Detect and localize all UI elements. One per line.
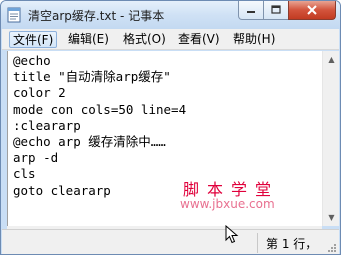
minimize-icon xyxy=(247,11,255,13)
vertical-scrollbar[interactable]: ▲ ▼ xyxy=(322,51,339,226)
menu-edit[interactable]: 编辑(E) xyxy=(65,31,112,48)
maximize-button[interactable] xyxy=(263,1,289,20)
menu-help[interactable]: 帮助(H) xyxy=(230,31,278,48)
scroll-down-icon[interactable]: ▼ xyxy=(323,209,340,226)
status-divider xyxy=(257,233,258,253)
menu-file[interactable]: 文件(F) xyxy=(9,31,58,48)
text-editor[interactable]: @echo title "自动清除arp缓存" color 2 mode con… xyxy=(7,51,322,226)
title-bar[interactable]: 清空arp缓存.txt - 记事本 xyxy=(1,1,340,29)
cursor-position: 第 1 行， xyxy=(266,237,318,251)
close-button[interactable] xyxy=(288,1,336,20)
editor-content[interactable]: @echo title "自动清除arp缓存" color 2 mode con… xyxy=(13,53,186,199)
status-bar: 第 1 行， xyxy=(2,229,339,254)
menu-bar: 文件(F) 编辑(E) 格式(O) 查看(V) 帮助(H) xyxy=(2,29,339,50)
watermark-url: www.jbxue.com xyxy=(180,197,275,211)
close-icon xyxy=(307,5,317,15)
maximize-icon xyxy=(271,5,281,14)
window-title: 清空arp缓存.txt - 记事本 xyxy=(28,9,165,23)
mouse-pointer-icon xyxy=(225,225,239,244)
notepad-window: 清空arp缓存.txt - 记事本 文件(F) 编辑(E) 格式(O) 查看(V… xyxy=(0,0,341,255)
resize-grip-icon[interactable] xyxy=(327,243,337,253)
menu-format[interactable]: 格式(O) xyxy=(120,31,169,48)
minimize-button[interactable] xyxy=(238,1,264,20)
scroll-up-icon[interactable]: ▲ xyxy=(323,51,340,68)
notepad-icon xyxy=(7,7,21,23)
menu-view[interactable]: 查看(V) xyxy=(175,31,223,48)
